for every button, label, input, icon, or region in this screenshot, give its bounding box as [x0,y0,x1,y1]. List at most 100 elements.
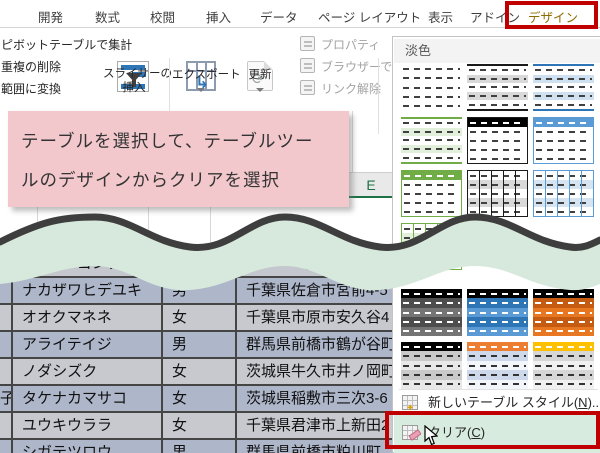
table-style-thumbnail-d5[interactable] [467,342,528,390]
table-style-thumbnail-d4[interactable] [401,342,462,390]
table-style-thumbnail-l2[interactable] [467,64,528,111]
table-style-thumbnail-l4[interactable] [401,117,462,164]
table-cell[interactable]: 女 [165,359,237,384]
table-style-thumbnail-l6[interactable] [533,117,594,164]
thumbnail-band [468,154,527,163]
refresh-dropdown-caret[interactable] [256,88,264,92]
insert-slicer-button[interactable]: スライサーの 挿入 [103,67,172,95]
thumbnail-band [533,298,594,308]
summarize-with-pivot-button[interactable]: ピボットテーブルで集計 [1,36,132,53]
table-style-thumbnail-d1[interactable] [401,289,462,337]
tab-formulas[interactable]: 数式 [95,7,120,26]
thumbnail-band [401,298,462,308]
annotation-callout: テーブルを選択して、テーブルツー ルのデザインからクリアを選択 [8,111,349,207]
table-cell[interactable]: 女 [165,305,237,330]
table-row[interactable]: シガテツロウ男群馬県前橋市粕川町 [0,438,394,453]
table-cell[interactable]: 男 [165,440,237,453]
table-cell[interactable]: ユウキウララ [15,413,163,438]
table-cell[interactable]: 茨城県牛久市井ノ岡町 [239,359,394,384]
thumbnail-band [533,342,594,352]
data-table: ゴンタカ 小田原市 ナカザワヒデユキ男千葉県佐倉市宮前4-5 オオクマネネ女千葉県市原… [0,249,394,453]
table-cell[interactable]: シガテツロウ [15,440,163,453]
thumbnail-band [533,289,594,299]
table-cell[interactable]: タケナカマサコ [15,386,163,411]
table-cell[interactable]: 群馬県前橋市鶴が谷町 [239,332,394,357]
export-button[interactable]: エクスポート [172,68,241,82]
excel-window: 開発 数式 校閲 挿入 データ ページ レイアウト 表示 アドイン デザイン ピ… [0,0,600,453]
table-row[interactable]: ノダシズク女茨城県牛久市井ノ岡町 [0,357,394,384]
table-cell[interactable]: 千葉県佐倉市宮前4-5 [239,278,394,303]
table-style-thumbnail-l5[interactable] [467,117,528,164]
table-row[interactable]: ナカザワヒデユキ男千葉県佐倉市宮前4-5 [0,276,394,303]
table-cell[interactable]: 女 [165,413,237,438]
tab-developer[interactable]: 開発 [38,7,63,26]
table-cell[interactable]: 千葉県君津市上新田2 [239,413,394,438]
table-style-thumbnail-l8[interactable] [467,170,528,217]
table-cell[interactable]: ノダシズク [15,359,163,384]
table-row[interactable]: 子タケナカマサコ女茨城県稲敷市三次3-6 [0,384,394,411]
thumbnail-band [467,289,528,299]
table-cell[interactable] [0,413,13,438]
table-style-thumbnail-l1[interactable] [401,64,462,112]
thumbnail-band [533,66,594,75]
table-style-thumbnail-d6[interactable] [533,342,594,390]
tab-view[interactable]: 表示 [428,7,453,26]
annotation-line-2: ルのデザインからクリアを選択 [21,170,280,190]
table-row[interactable]: オオクマネネ女千葉県市原市安久谷4 [0,303,394,330]
table-row[interactable]: アライテイジ男群馬県前橋市鶴が谷町 [0,330,394,357]
table-cell[interactable]: 子 [0,386,13,411]
table-row[interactable]: ゴンタカ 小田原市 [0,249,394,276]
thumbnail-band [401,136,462,145]
thumbnail-band [467,379,528,390]
tab-data[interactable]: データ [260,7,298,26]
table-cell[interactable]: ナカザワヒデユキ [15,278,163,303]
table-cell[interactable] [0,332,13,357]
table-cell[interactable]: 小田原市 [239,251,394,276]
thumbnail-band [467,326,528,337]
thumbnail-band [401,342,462,352]
table-row[interactable]: ユウキウララ女千葉県君津市上新田2 [0,411,394,438]
thumbnail-band [467,360,528,371]
thumbnail-band [467,298,528,308]
table-cell[interactable]: 千葉県市原市安久谷4 [239,305,394,330]
table-style-thumbnail-d3[interactable] [533,289,594,337]
table-style-thumbnail-l9[interactable] [533,170,594,217]
table-cell[interactable] [165,251,237,276]
table-style-thumbnail-d2[interactable] [467,289,528,337]
table-cell[interactable]: 茨城県稲敷市三次3-6 [239,386,394,411]
table-cell[interactable]: オオクマネネ [15,305,163,330]
table-style-thumbnail-l7[interactable] [401,170,462,217]
thumbnail-band [401,119,462,128]
table-cell[interactable] [0,440,13,453]
table-cell[interactable]: ゴンタカ [15,251,163,276]
table-cell[interactable] [0,359,13,384]
thumbnail-band [401,127,462,137]
thumbnail-band [533,360,594,371]
refresh-button[interactable]: 更新 [232,68,288,82]
table-cell[interactable] [0,278,13,303]
thumbnail-band [401,144,462,154]
export-dropdown-caret[interactable] [197,88,205,92]
thumbnail-band [401,82,462,93]
tab-page-layout[interactable]: ページ レイアウト [318,7,421,26]
table-cell[interactable]: 男 [165,332,237,357]
table-cell[interactable]: アライテイジ [15,332,163,357]
column-header-e[interactable]: E [349,172,393,198]
table-style-thumbnail-l10[interactable] [401,223,462,270]
tab-review[interactable]: 校閲 [150,7,175,26]
remove-duplicates-button[interactable]: 重複の削除 [1,58,61,75]
table-cell[interactable]: 男 [165,278,237,303]
table-cell[interactable]: 群馬県前橋市粕川町 [239,440,394,453]
table-style-thumbnail-l3[interactable] [533,64,594,111]
table-cell[interactable] [0,251,13,276]
thumbnail-band [401,289,462,299]
thumbnail-band [468,136,527,145]
convert-to-range-button[interactable]: 範囲に変換 [1,80,61,97]
table-cell[interactable]: 女 [165,386,237,411]
thumbnail-band [533,100,594,109]
thumbnail-band [467,370,528,380]
tab-insert[interactable]: 挿入 [206,7,231,26]
thumbnail-band [401,370,462,380]
new-table-style-icon: ✦ [402,395,418,414]
table-cell[interactable] [0,305,13,330]
